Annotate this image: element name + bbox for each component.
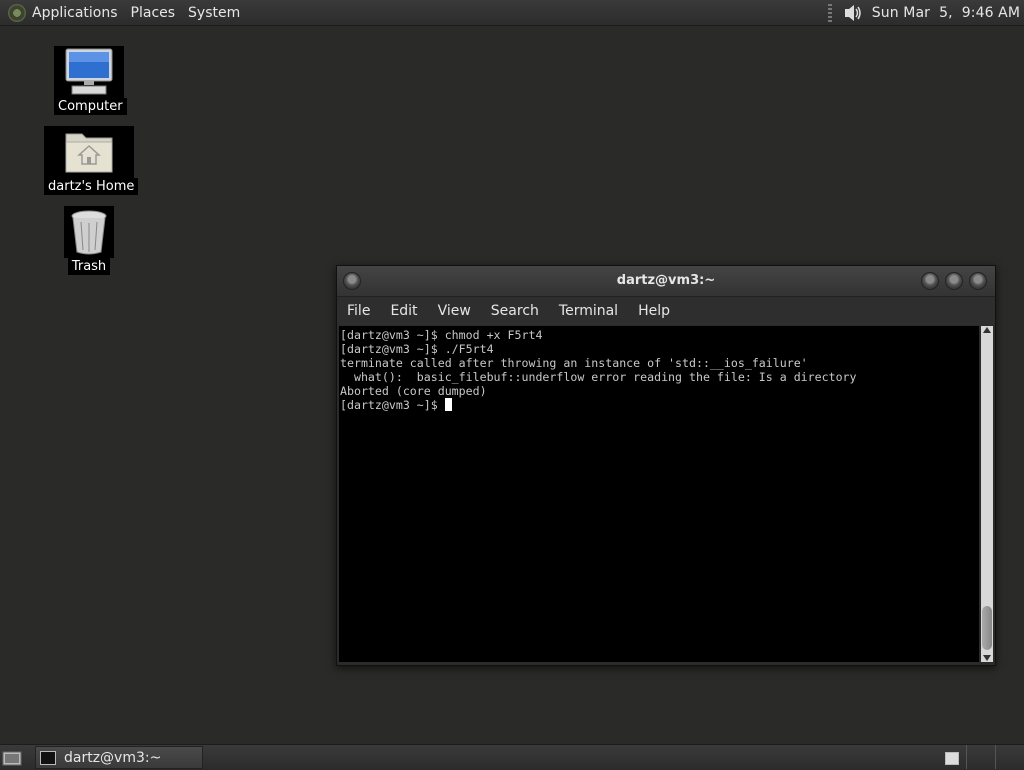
clock[interactable]: Sun Mar 5, 9:46 AM xyxy=(872,5,1020,21)
terminal-line: what(): basic_filebuf::underflow error r… xyxy=(340,370,857,384)
terminal-window: dartz@vm3:~ File Edit View Search Termin… xyxy=(336,265,996,666)
menu-terminal[interactable]: Terminal xyxy=(559,303,618,319)
menu-help[interactable]: Help xyxy=(638,303,670,319)
close-button[interactable] xyxy=(969,272,987,290)
desktop-icon-label: Computer xyxy=(54,98,127,115)
scroll-up-arrow-icon[interactable] xyxy=(983,327,991,333)
menu-places[interactable]: Places xyxy=(131,5,176,21)
computer-icon xyxy=(54,46,124,98)
terminal-scrollbar[interactable] xyxy=(981,326,993,662)
desktop-icon-trash[interactable]: Trash xyxy=(64,206,114,275)
menu-view[interactable]: View xyxy=(438,303,471,319)
desktop-icon-label: dartz's Home xyxy=(44,178,139,195)
terminal-line: terminate called after throwing an insta… xyxy=(340,356,808,370)
terminal-prompt-line: [dartz@vm3 ~]$ xyxy=(340,398,979,412)
bottom-panel: dartz@vm3:~ xyxy=(0,744,1024,769)
top-panel: Applications Places System Sun Mar 5, 9:… xyxy=(0,0,1024,26)
terminal-line: [dartz@vm3 ~]$ chmod +x F5rt4 xyxy=(340,328,543,342)
desktop-icon-home[interactable]: dartz's Home xyxy=(44,126,139,195)
menu-applications[interactable]: Applications xyxy=(32,5,118,21)
workspace-divider xyxy=(995,745,996,769)
home-folder-icon xyxy=(44,126,134,178)
terminal-line: [dartz@vm3 ~]$ ./F5rt4 xyxy=(340,342,494,356)
window-title: dartz@vm3:~ xyxy=(616,273,716,288)
volume-icon[interactable] xyxy=(842,3,864,23)
maximize-button[interactable] xyxy=(945,272,963,290)
workspace-switcher-1[interactable] xyxy=(945,752,959,765)
panel-handle[interactable] xyxy=(827,3,832,22)
menu-search[interactable]: Search xyxy=(491,303,539,319)
show-desktop-icon[interactable] xyxy=(2,748,22,766)
scroll-down-arrow-icon[interactable] xyxy=(983,655,991,661)
terminal-line: Aborted (core dumped) xyxy=(340,384,487,398)
desktop-icon-computer[interactable]: Computer xyxy=(54,46,127,115)
trash-icon xyxy=(64,206,114,258)
taskbar-window-label: dartz@vm3:~ xyxy=(64,749,162,766)
menu-file[interactable]: File xyxy=(347,303,370,319)
terminal-prompt: [dartz@vm3 ~]$ xyxy=(340,398,445,412)
minimize-button[interactable] xyxy=(921,272,939,290)
window-titlebar[interactable]: dartz@vm3:~ xyxy=(337,266,995,297)
distro-logo-icon[interactable] xyxy=(8,3,26,22)
terminal-menubar: File Edit View Search Terminal Help xyxy=(337,297,995,325)
scrollbar-thumb[interactable] xyxy=(982,606,992,650)
desktop-icon-label: Trash xyxy=(67,258,111,275)
taskbar-window-button[interactable]: dartz@vm3:~ xyxy=(35,746,203,769)
menu-edit[interactable]: Edit xyxy=(390,303,417,319)
terminal-app-icon xyxy=(40,750,56,765)
terminal-cursor xyxy=(444,398,452,411)
workspace-divider xyxy=(966,745,967,769)
menu-system[interactable]: System xyxy=(188,5,240,21)
terminal-output[interactable]: [dartz@vm3 ~]$ chmod +x F5rt4 [dartz@vm3 … xyxy=(339,326,979,662)
